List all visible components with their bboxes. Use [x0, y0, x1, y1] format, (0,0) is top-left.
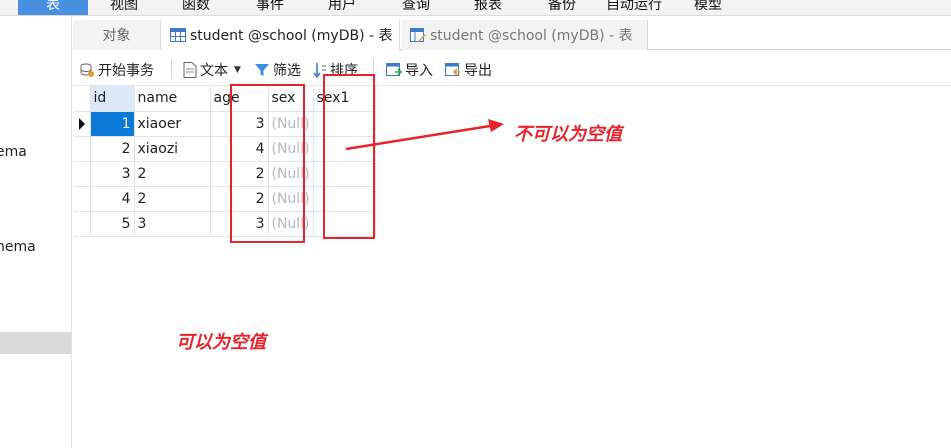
text-button[interactable]: 文本 ▼ — [183, 60, 241, 80]
menu-model[interactable]: 模型 — [694, 0, 722, 14]
filter-label: 筛选 — [273, 63, 301, 79]
cell-name[interactable]: 3 — [134, 211, 211, 237]
toolbar: 开始事务 文本 ▼ 筛选 排序 导入 导出 — [73, 51, 951, 86]
import-button[interactable]: 导入 — [386, 60, 433, 80]
menu-query[interactable]: 查询 — [402, 0, 430, 14]
tab-student-table-design[interactable]: student @school (myDB) - 表 — [402, 20, 648, 50]
menu-function[interactable]: 函数 — [182, 0, 210, 14]
annotation-box-age-sex — [230, 84, 305, 243]
menu-report[interactable]: 报表 — [474, 0, 502, 14]
document-icon — [183, 62, 197, 78]
menu-bar: 表 视图 函数 事件 用户 查询 报表 备份 自动运行 模型 — [0, 0, 951, 16]
row-marker — [74, 161, 91, 187]
current-row-arrow-icon — [79, 117, 85, 130]
cell-name[interactable]: xiaozi — [134, 136, 211, 162]
export-icon — [445, 63, 460, 76]
tab-objects[interactable]: 对象 — [73, 20, 161, 50]
menu-event[interactable]: 事件 — [256, 0, 284, 14]
annotation-box-sex1 — [323, 74, 375, 239]
menu-table[interactable]: 表 — [18, 0, 88, 15]
row-marker-header — [74, 86, 91, 112]
tab-student-table-active[interactable]: student @school (myDB) - 表 — [162, 20, 400, 50]
annotation-arrow-icon — [345, 119, 504, 151]
column-header-id[interactable]: id — [90, 86, 135, 112]
table-design-icon — [410, 27, 426, 42]
tab-strip: 对象 student @school (myDB) - 表 student @s… — [73, 18, 951, 50]
text-label: 文本 — [200, 63, 228, 79]
begin-transaction-button[interactable]: 开始事务 — [79, 60, 154, 80]
cell-id[interactable]: 5 — [90, 211, 135, 237]
sidebar-selected-row[interactable] — [0, 332, 71, 354]
toolbar-separator — [171, 59, 172, 79]
menu-backup[interactable]: 备份 — [548, 0, 576, 14]
sidebar-item-schema-2[interactable]: nema — [0, 239, 36, 255]
export-label: 导出 — [464, 63, 492, 79]
filter-icon — [255, 64, 269, 76]
chevron-down-icon: ▼ — [234, 65, 241, 75]
cell-id[interactable]: 4 — [90, 186, 135, 212]
menu-view[interactable]: 视图 — [110, 0, 138, 14]
row-marker — [74, 136, 91, 162]
column-header-name[interactable]: name — [134, 86, 211, 112]
annotation-nullable: 可以为空值 — [176, 332, 266, 353]
row-marker — [74, 111, 91, 137]
tab-inactive-label: student @school (myDB) - 表 — [430, 28, 633, 44]
table-icon — [170, 28, 186, 42]
cell-name[interactable]: 2 — [134, 186, 211, 212]
sidebar-item-schema-1[interactable]: ema — [0, 144, 27, 160]
annotation-not-nullable: 不可以为空值 — [514, 124, 622, 145]
cell-id[interactable]: 3 — [90, 161, 135, 187]
sidebar: ema nema — [0, 16, 72, 448]
row-marker — [74, 211, 91, 237]
import-label: 导入 — [405, 63, 433, 79]
import-icon — [386, 63, 402, 76]
cell-id[interactable]: 1 — [90, 111, 135, 137]
cell-id[interactable]: 2 — [90, 136, 135, 162]
database-transaction-icon — [80, 63, 94, 77]
tab-objects-label: 对象 — [102, 28, 131, 44]
cell-name[interactable]: 2 — [134, 161, 211, 187]
tab-active-label: student @school (myDB) - 表 — [190, 28, 393, 44]
menu-automation[interactable]: 自动运行 — [606, 0, 662, 14]
cell-name[interactable]: xiaoer — [134, 111, 211, 137]
row-marker — [74, 186, 91, 212]
menu-user[interactable]: 用户 — [328, 0, 356, 14]
export-button[interactable]: 导出 — [445, 60, 492, 80]
begin-transaction-label: 开始事务 — [98, 63, 154, 79]
filter-button[interactable]: 筛选 — [254, 60, 301, 80]
